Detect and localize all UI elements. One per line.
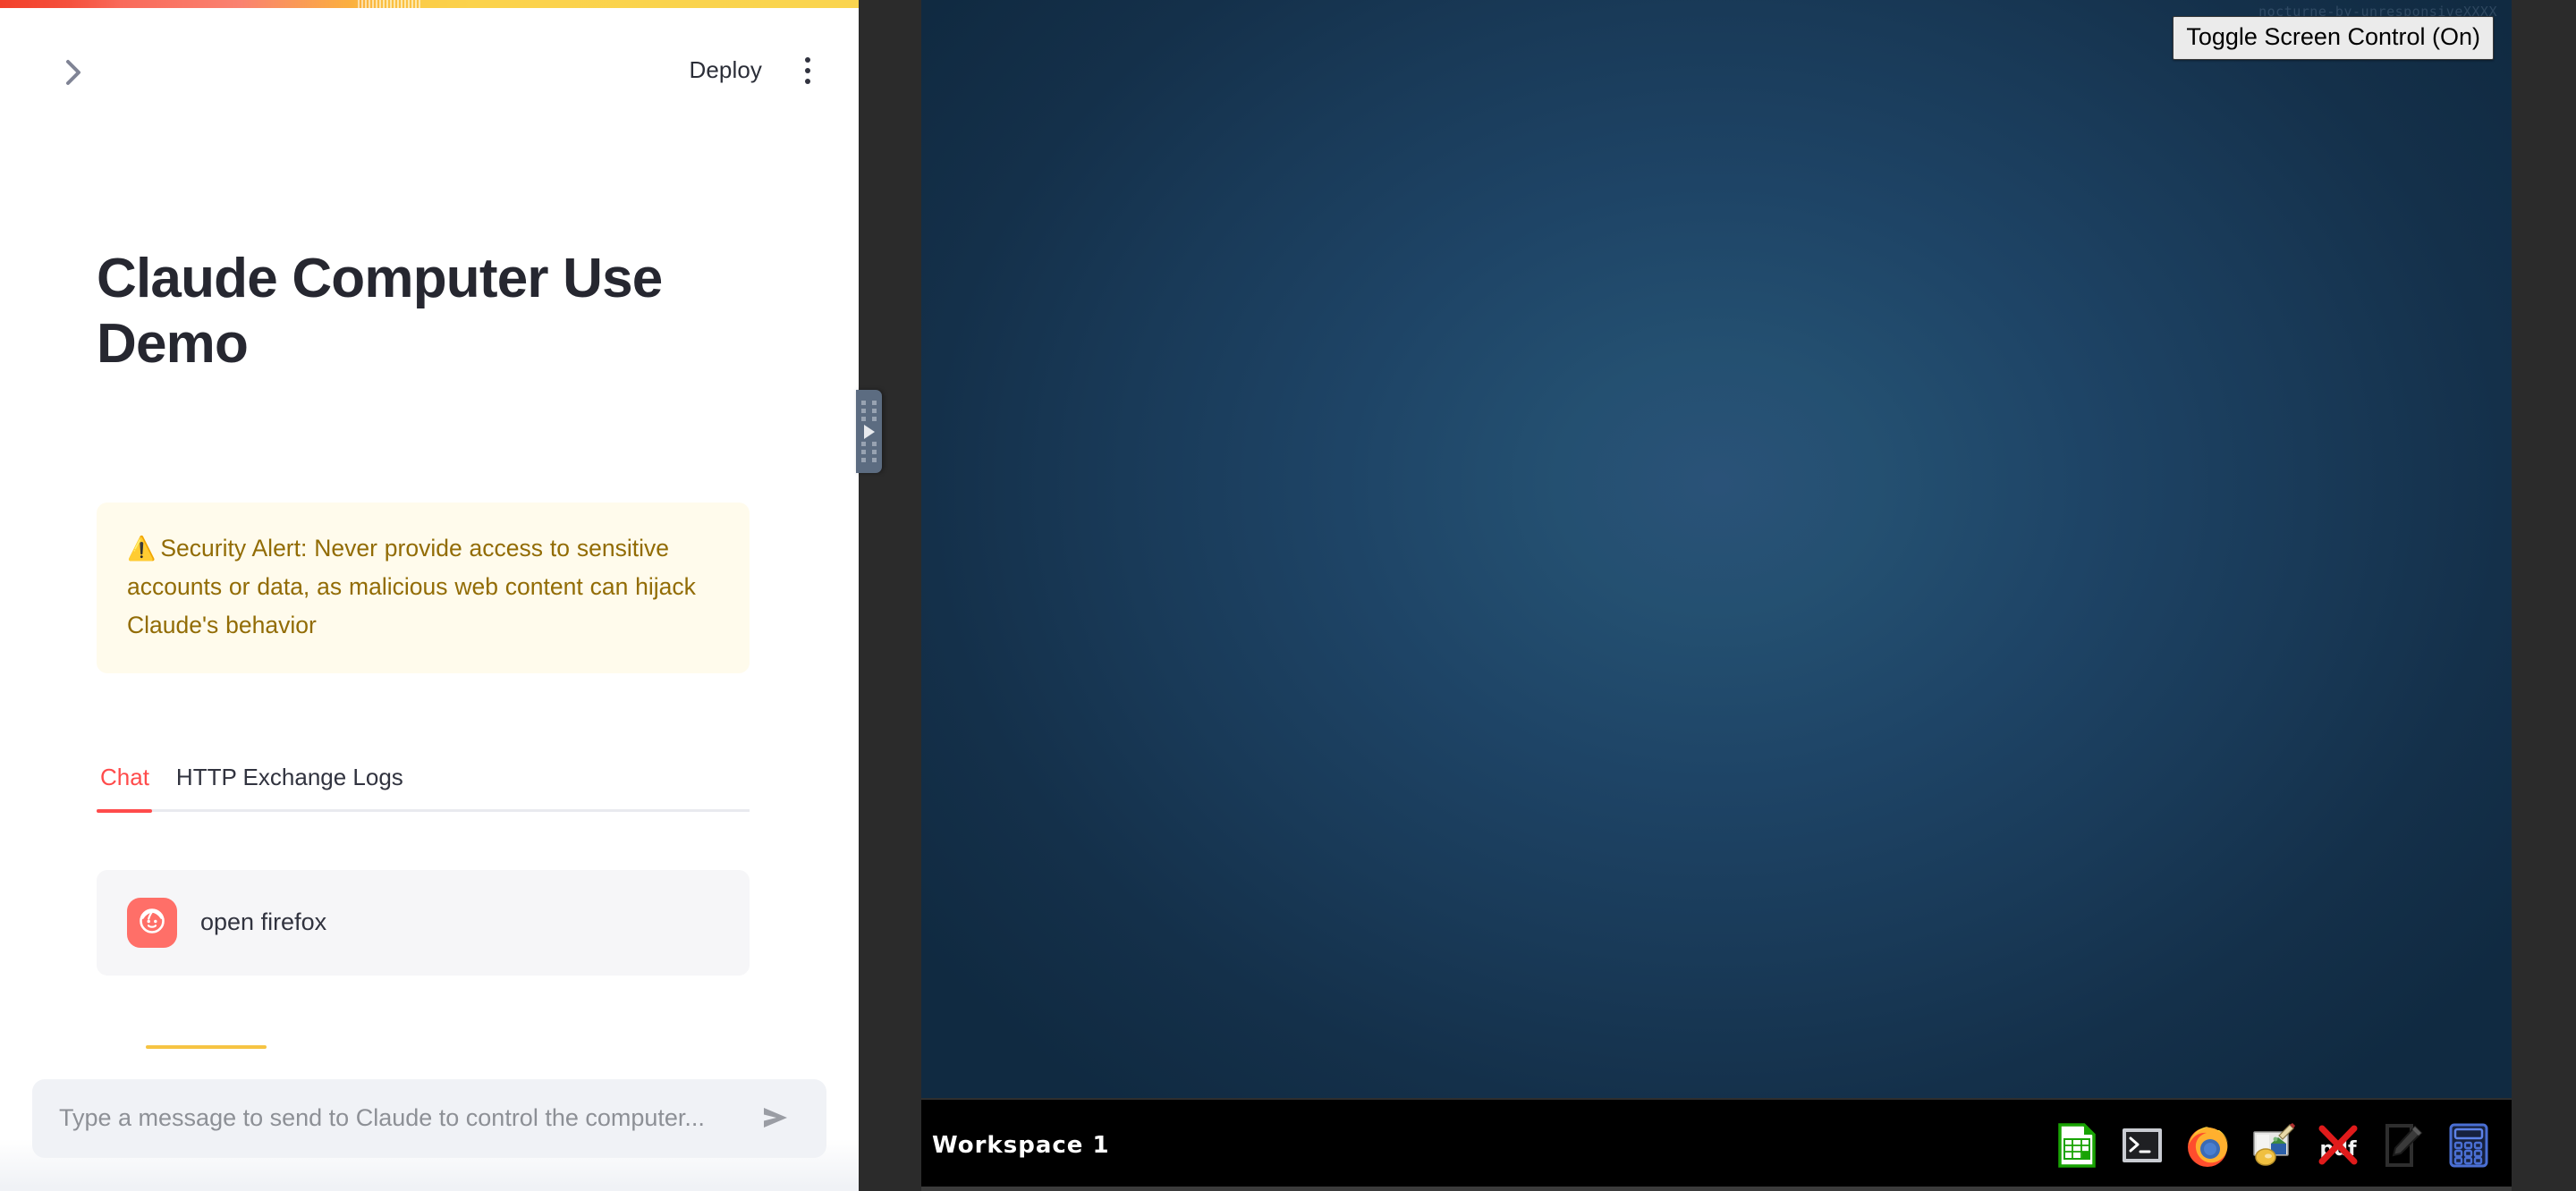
send-arrow-icon xyxy=(761,1104,792,1134)
vnc-panel-toggle-handle[interactable] xyxy=(856,390,882,473)
streamlit-panel: Deploy Claude Computer Use Demo ⚠️ Securi… xyxy=(0,0,859,1191)
vnc-horizontal-scrollbar[interactable] xyxy=(921,1187,2512,1191)
security-alert-text: ⚠️ Security Alert: Never provide access t… xyxy=(127,529,719,645)
drag-grip-icon xyxy=(861,401,877,421)
user-face-avatar-icon xyxy=(136,905,168,942)
workspace-label: Workspace 1 xyxy=(932,1132,1110,1159)
image-editor-icon[interactable] xyxy=(2246,1119,2300,1172)
tab-chat[interactable]: Chat xyxy=(97,761,153,795)
app-header: Deploy xyxy=(0,8,859,85)
tab-underline xyxy=(97,808,750,813)
send-button[interactable] xyxy=(753,1095,800,1142)
partial-alert-edge xyxy=(146,1045,267,1049)
running-progress-bar xyxy=(0,0,859,8)
firefox-icon[interactable] xyxy=(2181,1119,2234,1172)
terminal-icon[interactable] xyxy=(2115,1119,2169,1172)
security-alert: ⚠️ Security Alert: Never provide access t… xyxy=(97,503,750,673)
warning-triangle-icon: ⚠️ xyxy=(127,535,157,562)
toggle-screen-control-button[interactable]: Toggle Screen Control (On) xyxy=(2173,16,2494,60)
libreoffice-calc-icon[interactable] xyxy=(2050,1119,2104,1172)
screen: Deploy Claude Computer Use Demo ⚠️ Securi… xyxy=(0,0,2576,1191)
page-title: Claude Computer Use Demo xyxy=(97,248,663,376)
play-triangle-icon xyxy=(863,424,875,439)
text-editor-icon[interactable] xyxy=(2377,1119,2430,1172)
vnc-viewport[interactable]: nocturne-by-unresponsiveXXXX Toggle Scre… xyxy=(921,0,2512,1191)
tab-bar: Chat HTTP Exchange Logs xyxy=(97,761,750,813)
tab-row: Chat HTTP Exchange Logs xyxy=(97,761,750,809)
chat-input[interactable] xyxy=(59,1102,753,1135)
panel-content: Claude Computer Use Demo ⚠️ Security Aler… xyxy=(0,76,859,1191)
panel-bottom-fade xyxy=(0,1139,859,1191)
avatar xyxy=(127,898,177,948)
desktop-wallpaper xyxy=(921,0,2512,1098)
chat-message-user: open firefox xyxy=(97,870,750,976)
calculator-icon[interactable] xyxy=(2442,1119,2496,1172)
taskbar-tray: pdf xyxy=(2050,1119,2496,1172)
security-alert-message: Security Alert: Never provide access to … xyxy=(127,535,696,638)
taskbar: Workspace 1 xyxy=(921,1098,2512,1191)
pdf-viewer-icon[interactable]: pdf xyxy=(2311,1119,2365,1172)
tab-http-exchange-logs[interactable]: HTTP Exchange Logs xyxy=(173,761,407,795)
drag-grip-icon-lower xyxy=(861,442,877,462)
chat-message-text: open firefox xyxy=(200,908,327,936)
